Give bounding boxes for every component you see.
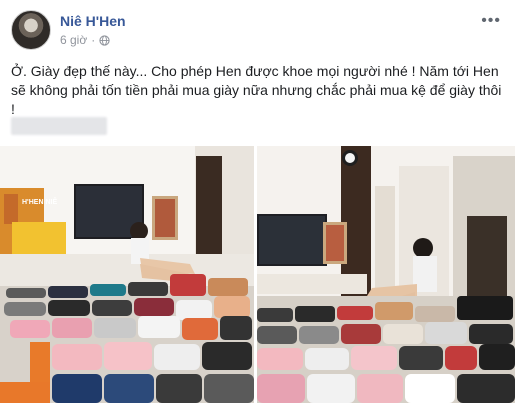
author-avatar[interactable] bbox=[11, 10, 51, 50]
facebook-post: Niê H'Hen 6 giờ · ••• Ở. Giày đẹp thế nà… bbox=[0, 0, 515, 403]
more-options-button[interactable]: ••• bbox=[481, 12, 501, 30]
author-name[interactable]: Niê H'Hen bbox=[60, 13, 126, 29]
globe-icon bbox=[99, 34, 110, 46]
post-meta: 6 giờ · bbox=[60, 33, 110, 47]
post-text: Ở. Giày đẹp thế này... Cho phép Hen được… bbox=[11, 63, 502, 117]
post-timestamp[interactable]: 6 giờ bbox=[60, 33, 87, 47]
meta-separator: · bbox=[91, 33, 96, 47]
post-photo-1[interactable]: H'HEN NIÊ bbox=[0, 146, 254, 403]
poster-text: H'HEN NIÊ bbox=[22, 197, 57, 206]
blurred-text-overlay bbox=[11, 117, 107, 135]
post-photo-2[interactable] bbox=[257, 146, 515, 403]
